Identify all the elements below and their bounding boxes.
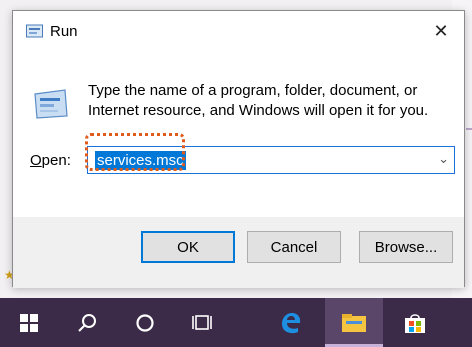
file-explorer-button[interactable] bbox=[325, 298, 383, 347]
title-bar[interactable]: Run ✕ bbox=[13, 11, 464, 51]
taskbar bbox=[0, 298, 472, 347]
task-view-button[interactable] bbox=[174, 298, 232, 347]
ok-button[interactable]: OK bbox=[141, 231, 235, 263]
cortana-icon bbox=[136, 313, 154, 332]
dialog-footer: OK Cancel Browse... bbox=[13, 217, 464, 288]
open-label-accelerator: O bbox=[30, 152, 42, 169]
open-label-text: pen: bbox=[41, 152, 71, 169]
close-button[interactable]: ✕ bbox=[418, 11, 464, 51]
store-icon bbox=[405, 313, 425, 333]
run-dialog: Run ✕ Type the name of a program, folder… bbox=[12, 10, 465, 288]
start-button[interactable] bbox=[0, 298, 58, 347]
highlight-annotation bbox=[85, 133, 185, 171]
close-icon: ✕ bbox=[433, 20, 449, 41]
search-button[interactable] bbox=[58, 298, 116, 347]
cortana-button[interactable] bbox=[116, 298, 174, 347]
dialog-description: Type the name of a program, folder, docu… bbox=[88, 82, 429, 119]
edge-button[interactable] bbox=[262, 298, 320, 347]
browse-button[interactable]: Browse... bbox=[359, 231, 453, 263]
file-explorer-icon bbox=[342, 313, 366, 332]
run-program-icon bbox=[34, 89, 68, 119]
chevron-down-icon[interactable]: ⌄ bbox=[438, 151, 449, 167]
start-icon bbox=[20, 313, 38, 332]
dialog-title: Run bbox=[50, 23, 78, 40]
background-divider bbox=[466, 128, 472, 130]
open-label: Open: bbox=[30, 152, 71, 169]
dialog-body: Type the name of a program, folder, docu… bbox=[13, 51, 464, 217]
cancel-button[interactable]: Cancel bbox=[247, 231, 341, 263]
search-icon bbox=[78, 313, 96, 332]
store-button[interactable] bbox=[386, 298, 444, 347]
task-view-icon bbox=[192, 314, 212, 330]
edge-icon bbox=[282, 312, 301, 333]
run-app-icon bbox=[26, 24, 43, 38]
